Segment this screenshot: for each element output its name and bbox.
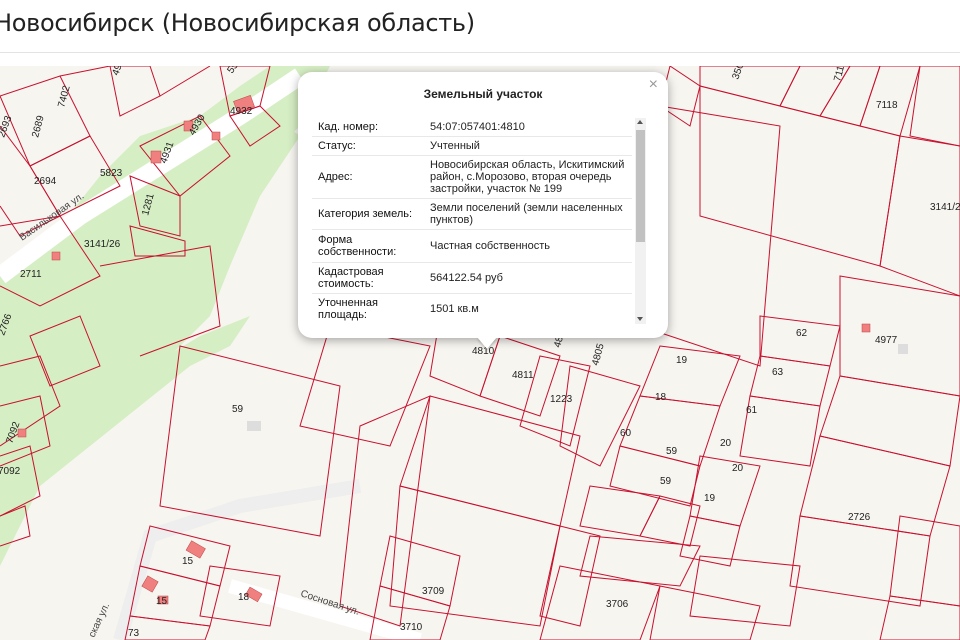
plot-number-label: 18	[655, 392, 667, 403]
plot-number-label: 3141/26	[84, 239, 121, 250]
plot-number-label: 2694	[34, 176, 57, 187]
page-title: Новосибирск (Новосибирская область)	[0, 9, 475, 37]
info-value: Учтенный	[430, 140, 480, 152]
popup-title: Земельный участок	[423, 87, 543, 101]
info-value: Земли поселений (земли населенных пункто…	[430, 202, 623, 226]
plot-number-label: 4805	[590, 342, 606, 367]
plot-number-label: 19	[704, 493, 716, 504]
plot-number-label: 19	[676, 355, 688, 366]
info-row: Кад. номер: 54:07:057401:4810	[312, 118, 632, 137]
scroll-down-icon[interactable]	[637, 317, 643, 321]
plot-number-label: 59	[666, 446, 678, 457]
parcel-info-table: Кад. номер: 54:07:057401:4810 Статус: Учтен…	[312, 118, 632, 324]
scroll-up-icon[interactable]	[637, 120, 643, 124]
info-row: Адрес: Новосибирская область, Искитимский…	[312, 156, 632, 199]
page-header: Новосибирск (Новосибирская область)	[0, 0, 960, 53]
info-value: 54:07:057401:4810	[430, 121, 525, 133]
scroll-thumb[interactable]	[636, 130, 645, 242]
info-row: Кадастровая стоимость: 564122.54 руб	[312, 263, 632, 294]
info-value: 564122.54 руб	[430, 272, 503, 284]
info-key: Категория земель:	[318, 208, 413, 220]
info-value: 1501 кв.м	[430, 303, 479, 315]
plot-number-label: 63	[772, 367, 784, 378]
plot-number-label: 2726	[848, 512, 871, 523]
plot-number-label: 20	[720, 438, 732, 449]
plot-number-label: 3709	[422, 586, 445, 597]
plot-number-label: 15	[156, 596, 168, 607]
plot-number-label: 7118	[876, 100, 898, 111]
info-value: Новосибирская область, Искитимский район…	[430, 159, 625, 195]
info-key: Форма собственности:	[318, 234, 397, 258]
plot-number-label: 62	[796, 328, 808, 339]
plot-number-label: 3503/1	[730, 66, 751, 81]
plot-number-label: 15	[182, 556, 194, 567]
parcel-info-popup: × Земельный участок Кад. номер: 54:07:057…	[298, 72, 668, 338]
plot-number-label: 3706	[606, 599, 629, 610]
plot-number-label: 5586	[225, 66, 247, 76]
plot-number-label: 60	[620, 428, 632, 439]
plot-number-label: 2711	[20, 269, 42, 280]
plot-number-label: 1223	[550, 394, 573, 405]
plot-number-label: 20	[732, 463, 744, 474]
plot-number-label: 4977	[875, 335, 898, 346]
plot-number-label: 2693	[0, 114, 15, 139]
plot-number-label: 2689	[30, 114, 46, 139]
plot-number-label: 5823	[100, 168, 123, 179]
plot-number-label: 7117	[832, 66, 848, 83]
info-row: Статус: Учтенный	[312, 137, 632, 156]
info-value: Частная собственность	[430, 240, 551, 252]
popup-scrollbar[interactable]	[635, 118, 646, 324]
plot-number-label: 3141/2	[930, 202, 960, 213]
info-key: Кадастровая стоимость:	[318, 266, 384, 290]
street-name-label: ская ул.	[87, 601, 113, 639]
plot-number-label: 3710	[400, 622, 423, 633]
plot-number-label: 7092	[0, 466, 21, 477]
plot-number-label: 4811	[512, 370, 534, 381]
info-row: Категория земель: Земли поселений (земли …	[312, 199, 632, 230]
plot-number-label: 4932	[230, 106, 253, 117]
info-key: Статус:	[318, 140, 356, 152]
info-row: Форма собственности: Частная собственност…	[312, 230, 632, 263]
plot-number-label: 73	[128, 628, 140, 639]
plot-number-label: 18	[238, 592, 250, 603]
info-row: Уточненная площадь: 1501 кв.м	[312, 294, 632, 324]
plot-number-label: 59	[660, 476, 672, 487]
plot-number-label: 59	[232, 404, 244, 415]
plot-number-label: 61	[746, 405, 758, 416]
plot-number-label: 4926	[110, 66, 128, 77]
popup-pointer	[477, 337, 497, 349]
info-key: Адрес:	[318, 171, 353, 183]
info-key: Уточненная площадь:	[318, 297, 378, 321]
info-key: Кад. номер:	[318, 121, 379, 133]
